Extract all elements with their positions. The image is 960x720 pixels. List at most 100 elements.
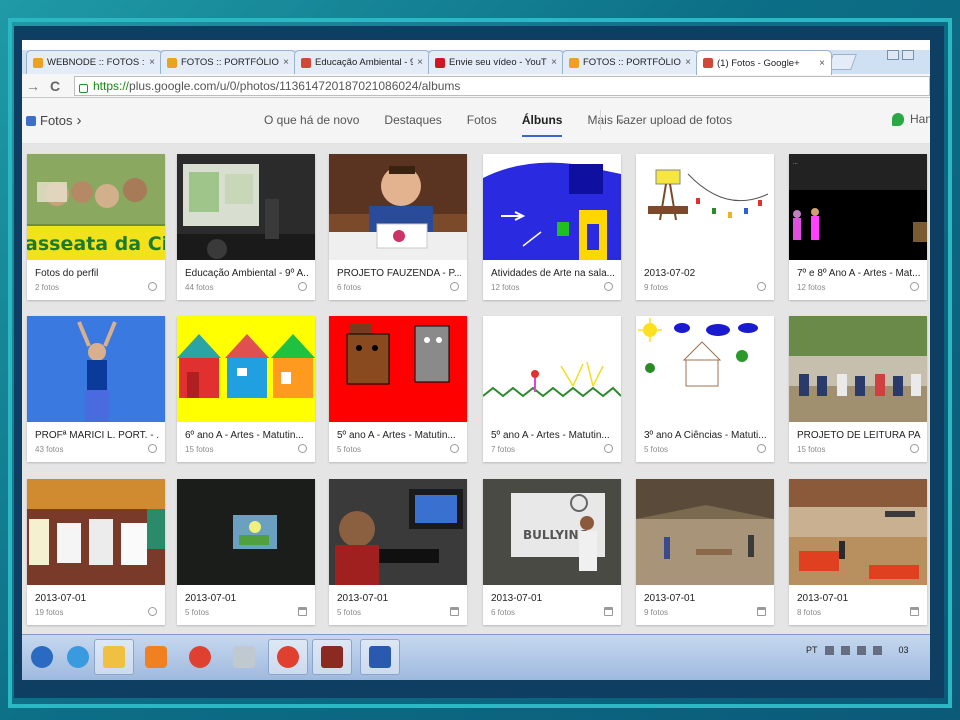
nav-tab[interactable]: O que há de novo	[264, 113, 359, 137]
album-thumbnail[interactable]	[483, 154, 621, 260]
album-title[interactable]: 2013-07-01	[644, 593, 768, 604]
album-card[interactable]: 6º ano A - Artes - Matutin... 15 fotos	[177, 316, 315, 462]
album-title[interactable]: Educação Ambiental - 9º A...	[185, 268, 309, 279]
taskbar-button[interactable]	[136, 639, 176, 675]
album-thumbnail[interactable]	[329, 154, 467, 260]
album-card[interactable]: PROJETO DE LEITURA PA... 15 fotos	[789, 316, 927, 462]
album-card[interactable]: PROJETO FAUZENDA - P... 6 fotos	[329, 154, 467, 300]
album-thumbnail[interactable]	[789, 316, 927, 422]
album-title[interactable]: 3º ano A Ciências - Matuti...	[644, 430, 768, 441]
album-card[interactable]: ... 7º e 8º Ano A - Artes - Mat... 12 foto…	[789, 154, 927, 300]
album-thumbnail[interactable]: ...	[789, 154, 927, 260]
album-title[interactable]: PROFª MARICI L. PORT. - ...	[35, 430, 159, 441]
album-card[interactable]: 2013-07-01 19 fotos	[27, 479, 165, 625]
browser-tab[interactable]: Educação Ambiental - 9º ×	[294, 50, 430, 74]
taskbar-button[interactable]	[180, 639, 220, 675]
taskbar-button[interactable]	[58, 639, 98, 675]
album-card[interactable]: 2013-07-01 8 fotos	[789, 479, 927, 625]
album-card[interactable]: asseata da Cidadania Fotos do perfil 2 fot…	[27, 154, 165, 300]
browser-tab[interactable]: FOTOS :: PORTFÓLIO - FA ×	[562, 50, 698, 74]
maximize-button[interactable]	[902, 50, 914, 60]
album-thumbnail[interactable]	[329, 479, 467, 585]
language-indicator[interactable]: PT	[806, 645, 818, 655]
album-card[interactable]: 2013-07-01 5 fotos	[177, 479, 315, 625]
taskbar-button[interactable]	[22, 639, 62, 675]
upload-photos-link[interactable]: Fazer upload de fotos	[616, 113, 732, 127]
album-title[interactable]: Atividades de Arte na sala...	[491, 268, 615, 279]
tab-close-icon[interactable]: ×	[551, 57, 557, 68]
album-thumbnail[interactable]	[27, 316, 165, 422]
hangouts-button[interactable]: Han	[892, 112, 930, 126]
tab-title: FOTOS :: PORTFÓLIO - FA	[583, 57, 681, 68]
windows-taskbar: PT 03	[22, 634, 930, 680]
album-thumbnail[interactable]	[177, 479, 315, 585]
tab-close-icon[interactable]: ×	[417, 57, 423, 68]
clock[interactable]: 03	[899, 645, 909, 655]
album-card[interactable]: BULLYING 2013-07-01 6 fotos	[483, 479, 621, 625]
taskbar-button[interactable]	[360, 639, 400, 675]
album-title[interactable]: PROJETO DE LEITURA PA...	[797, 430, 921, 441]
album-thumbnail[interactable]	[636, 316, 774, 422]
browser-tab[interactable]: (1) Fotos - Google+ ×	[696, 50, 832, 75]
album-thumbnail[interactable]	[636, 154, 774, 260]
album-card[interactable]: 5º ano A - Artes - Matutin... 7 fotos	[483, 316, 621, 462]
album-thumbnail[interactable]	[329, 316, 467, 422]
album-thumbnail[interactable]	[636, 479, 774, 585]
address-bar[interactable]: https:// plus.google.com/u/0/photos/1136…	[74, 76, 930, 96]
album-title[interactable]: 2013-07-02	[644, 268, 768, 279]
album-title[interactable]: 7º e 8º Ano A - Artes - Mat...	[797, 268, 921, 279]
browser-tab[interactable]: Envie seu vídeo - YouTube ×	[428, 50, 564, 74]
album-thumbnail[interactable]: asseata da Cidadania	[27, 154, 165, 260]
tab-close-icon[interactable]: ×	[685, 57, 691, 68]
album-thumbnail[interactable]	[177, 316, 315, 422]
album-card[interactable]: 2013-07-01 5 fotos	[329, 479, 467, 625]
taskbar-button[interactable]	[94, 639, 134, 675]
volume-icon[interactable]	[872, 645, 882, 655]
album-thumbnail[interactable]	[789, 479, 927, 585]
album-card[interactable]: Educação Ambiental - 9º A... 44 fotos	[177, 154, 315, 300]
reload-button[interactable]: C	[44, 78, 66, 94]
album-title[interactable]: 2013-07-01	[35, 593, 159, 604]
album-title[interactable]: 5º ano A - Artes - Matutin...	[491, 430, 615, 441]
tab-close-icon[interactable]: ×	[283, 57, 289, 68]
album-thumbnail[interactable]: BULLYING	[483, 479, 621, 585]
network-icon[interactable]	[840, 645, 850, 655]
nav-tab[interactable]: Álbuns	[521, 113, 563, 137]
album-photo-count: 15 fotos	[185, 445, 214, 454]
album-card[interactable]: PROFª MARICI L. PORT. - ... 43 fotos	[27, 316, 165, 462]
album-title[interactable]: 5º ano A - Artes - Matutin...	[337, 430, 461, 441]
album-card[interactable]: 5º ano A - Artes - Matutin... 5 fotos	[329, 316, 467, 462]
album-thumbnail[interactable]	[27, 479, 165, 585]
tab-favicon-icon	[703, 58, 713, 68]
tab-close-icon[interactable]: ×	[819, 58, 825, 69]
browser-tab[interactable]: FOTOS :: PORTFÓLIO - FA ×	[160, 50, 296, 74]
album-thumbnail[interactable]	[483, 316, 621, 422]
album-card[interactable]: Atividades de Arte na sala... 12 fotos	[483, 154, 621, 300]
album-title[interactable]: PROJETO FAUZENDA - P...	[337, 268, 461, 279]
album-title[interactable]: Fotos do perfil	[35, 268, 159, 279]
album-thumbnail[interactable]	[177, 154, 315, 260]
album-photo-count: 6 fotos	[337, 283, 362, 292]
album-title[interactable]: 2013-07-01	[185, 593, 309, 604]
album-photo-count: 6 fotos	[491, 608, 516, 617]
signal-icon[interactable]	[856, 645, 866, 655]
browser-tab[interactable]: WEBNODE :: FOTOS :: PO ×	[26, 50, 162, 74]
photos-home-link[interactable]: Fotos ›	[26, 112, 82, 129]
album-title[interactable]: 2013-07-01	[491, 593, 615, 604]
forward-button[interactable]: →	[22, 78, 44, 94]
taskbar-button[interactable]	[268, 639, 308, 675]
tab-close-icon[interactable]: ×	[149, 57, 155, 68]
nav-tab[interactable]: Fotos	[467, 113, 497, 137]
url-path: plus.google.com/u/0/photos/1136147201870…	[129, 79, 461, 93]
taskbar-button[interactable]	[312, 639, 352, 675]
album-card[interactable]: 2013-07-01 9 fotos	[636, 479, 774, 625]
album-card[interactable]: 3º ano A Ciências - Matuti... 5 fotos	[636, 316, 774, 462]
taskbar-button[interactable]	[224, 639, 264, 675]
album-title[interactable]: 2013-07-01	[337, 593, 461, 604]
album-title[interactable]: 2013-07-01	[797, 593, 921, 604]
album-title[interactable]: 6º ano A - Artes - Matutin...	[185, 430, 309, 441]
flag-icon[interactable]	[824, 645, 834, 655]
minimize-button[interactable]	[887, 50, 899, 60]
album-card[interactable]: 2013-07-02 9 fotos	[636, 154, 774, 300]
nav-tab[interactable]: Destaques	[384, 113, 441, 137]
